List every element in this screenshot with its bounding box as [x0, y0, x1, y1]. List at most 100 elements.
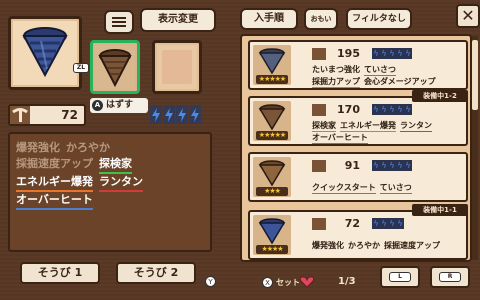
- lightning-bolt-icon: ϟ: [388, 218, 396, 229]
- heart-icon: [300, 276, 314, 288]
- skill-label: オーバーヒート: [16, 192, 93, 210]
- lightning-bolt-icon: [163, 105, 175, 124]
- skills-line-3: エネルギー爆発 ランタン: [16, 174, 204, 192]
- lightning-bolt-icon: ϟ: [396, 104, 404, 115]
- rarity-stars: ★★★★★: [256, 131, 288, 140]
- drill-card[interactable]: ★★★ 91 ϟϟϟϟϟ クイックスタート ていさつ: [248, 152, 468, 202]
- drill-icon: [258, 218, 286, 245]
- power-value: 91: [344, 159, 360, 172]
- lightning-bolt-icon: ϟ: [380, 218, 388, 229]
- skill-label: エネルギー爆発: [16, 174, 93, 192]
- lightning-bolt-icon: ϟ: [396, 48, 404, 59]
- pickaxe-icon: [312, 218, 326, 230]
- close-button[interactable]: ✕: [456, 4, 480, 28]
- skill-label: 探検家: [99, 156, 132, 174]
- lightning-bolt-icon: ϟ: [372, 218, 380, 229]
- zl-button-icon: ZL: [73, 63, 89, 73]
- loadout-2-button[interactable]: そうび 2: [116, 262, 196, 284]
- skills-panel: 爆発強化 かろやか 採掘速度アップ 探検家 エネルギー爆発 ランタン オーバーヒート: [8, 132, 212, 252]
- unequip-button[interactable]: A はずす: [90, 98, 148, 113]
- loadout-1-button[interactable]: そうび 1: [20, 262, 100, 284]
- display-change-button[interactable]: 表示変更: [140, 8, 216, 32]
- drill-card[interactable]: ★★★★★ 195 ϟϟϟϟϟ たいまつ強化 ていさつ 採掘力アップ 会心ダメージア…: [248, 40, 468, 90]
- heavy-sort-button[interactable]: おもい: [304, 8, 338, 30]
- pickaxe-icon: [312, 104, 326, 116]
- power-value: 72: [61, 108, 78, 122]
- skill-label: 爆発強化: [312, 241, 344, 250]
- y-button-icon: Y: [205, 276, 216, 287]
- skills-line-1: 爆発強化 かろやか: [16, 140, 204, 156]
- drill-power: 91: [312, 159, 364, 172]
- skill-label: 爆発強化: [16, 141, 60, 154]
- drill-card[interactable]: 装備中1-2 ★★★★★ 170 ϟϟϟϟϟ 探検家 エネルギー爆発 ランタン オー…: [248, 90, 468, 146]
- r-button-icon: R: [439, 272, 461, 282]
- rarity-stars: ★★★★: [256, 245, 288, 254]
- energy-gauge: ϟϟϟϟϟ: [372, 104, 412, 115]
- rarity-stars: ★★★★★: [256, 75, 288, 84]
- skill-label: 会心ダメージアップ: [364, 77, 436, 86]
- skill-label: エネルギー爆発: [340, 121, 396, 132]
- pickaxe-icon: [10, 106, 30, 124]
- next-page-button[interactable]: R: [430, 266, 470, 288]
- rarity-stars: ★★★: [256, 187, 288, 196]
- drill-icon: [258, 48, 286, 75]
- lightning-bolt-icon: [189, 105, 201, 124]
- skill-label: ランタン: [400, 121, 432, 132]
- drill-icon: [258, 104, 286, 131]
- unequip-label: はずす: [106, 100, 134, 110]
- skill-label: ランタン: [99, 174, 143, 192]
- drill-slot-3-empty[interactable]: [152, 40, 202, 94]
- drill-power: 72: [312, 217, 364, 230]
- drill-power: 195: [312, 47, 364, 60]
- lightning-bolt-icon: ϟ: [380, 160, 388, 171]
- lightning-bolt-icon: ϟ: [404, 160, 412, 171]
- scrollbar-thumb[interactable]: [472, 40, 478, 110]
- lightning-bolt-icon: ϟ: [372, 48, 380, 59]
- l-button-icon: L: [389, 272, 411, 282]
- lightning-bolt-icon: ϟ: [388, 160, 396, 171]
- skills-line-2: 採掘速度アップ 探検家: [16, 156, 204, 174]
- drill-skills: たいまつ強化 ていさつ 採掘力アップ 会心ダメージアップ: [312, 64, 462, 88]
- power-value: 72: [344, 217, 360, 230]
- drill-power: 170: [312, 103, 364, 116]
- drill-icon: [98, 49, 132, 88]
- a-button-icon: A: [92, 100, 103, 111]
- drill-skills: クイックスタート ていさつ: [312, 182, 462, 194]
- skill-label: クイックスタート: [312, 183, 376, 194]
- lightning-bolt-icon: ϟ: [388, 48, 396, 59]
- energy-gauge: ϟϟϟϟ: [372, 218, 404, 229]
- skill-label: かろやか: [66, 141, 110, 154]
- pickaxe-icon: [312, 48, 326, 60]
- previous-page-button[interactable]: L: [380, 266, 420, 288]
- energy-gauge: ϟϟϟϟϟ: [372, 48, 412, 59]
- filter-button[interactable]: フィルタなし: [346, 8, 412, 30]
- power-value: 195: [337, 47, 360, 60]
- skill-label: 探検家: [312, 121, 336, 132]
- list-menu-button[interactable]: [104, 10, 134, 34]
- skill-label: 採掘速度アップ: [384, 241, 440, 250]
- lightning-bolt-icon: ϟ: [396, 218, 404, 229]
- lightning-bolt-icon: ϟ: [388, 104, 396, 115]
- lightning-bolt-icon: ϟ: [372, 104, 380, 115]
- lightning-bolt-icon: ϟ: [404, 48, 412, 59]
- selected-drill-slot[interactable]: ZL: [8, 16, 89, 90]
- drill-card[interactable]: 装備中1-1 ★★★★ 72 ϟϟϟϟ 爆発強化 かろやか 採掘速度アップ: [248, 204, 468, 260]
- drill-slot-2[interactable]: [90, 40, 140, 94]
- skill-label: 採掘速度アップ: [16, 157, 93, 170]
- list-menu-icon: [112, 17, 126, 19]
- skill-label: ていさつ: [364, 65, 396, 76]
- equipped-badge: 装備中1-2: [412, 90, 468, 102]
- skill-label: オーバーヒート: [312, 133, 368, 144]
- close-icon: ✕: [461, 6, 475, 25]
- energy-gauge: ϟϟϟϟϟ: [372, 160, 412, 171]
- set-favorite-label[interactable]: セット: [276, 277, 300, 288]
- lightning-bolt-icon: ϟ: [372, 160, 380, 171]
- pickaxe-icon: [312, 160, 326, 172]
- page-indicator: 1/3: [338, 276, 356, 287]
- lightning-bolt-icon: ϟ: [404, 104, 412, 115]
- sort-order-button[interactable]: 入手順: [240, 8, 298, 30]
- skill-label: たいまつ強化: [312, 65, 360, 74]
- equipped-badge: 装備中1-1: [412, 204, 468, 216]
- skill-label: かろやか: [348, 241, 380, 250]
- lightning-bolt-icon: ϟ: [396, 160, 404, 171]
